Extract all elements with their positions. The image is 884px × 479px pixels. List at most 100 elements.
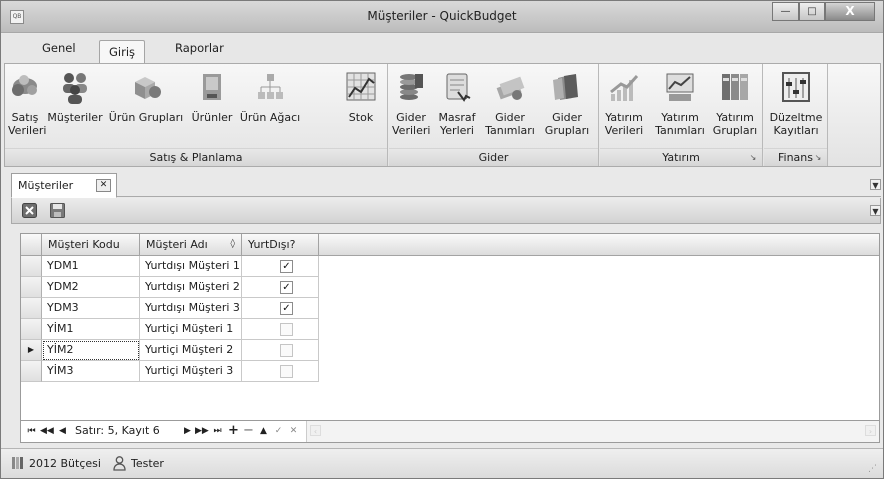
stock-button[interactable]: Stok [341,70,381,124]
abroad-cell[interactable]: ✓ [242,256,319,277]
row-indicator[interactable] [21,319,42,340]
add-record-icon[interactable]: + [227,424,240,438]
title-bar[interactable]: QB Müşteriler - QuickBudget — □ X [1,1,883,33]
investment-definitions-button[interactable]: Yatırım Tanımları [651,70,709,137]
save-icon[interactable] [50,203,65,218]
product-tree-button[interactable]: Ürün Ağacı [237,70,303,124]
products-button[interactable]: Ürünler [187,70,237,124]
tab-giris[interactable]: Giriş [99,40,146,65]
row-indicator[interactable]: ▶ [21,340,42,361]
scroll-right-icon[interactable]: › [865,425,876,436]
table-row[interactable]: YDM3 Yurtdışı Müşteri 3 ✓ [21,298,319,319]
table-row[interactable]: YİM3 Yurtiçi Müşteri 3 [21,361,319,382]
horizontal-scrollbar[interactable]: ‹ › [306,421,879,442]
row-indicator[interactable] [21,361,42,382]
abroad-cell[interactable]: ✓ [242,277,319,298]
expense-definitions-button[interactable]: Gider Tanımları [481,70,539,137]
cancel-changes-icon[interactable]: ✕ [287,424,300,438]
products-icon [203,74,221,100]
investment-groups-button[interactable]: Yatırım Grupları [710,70,760,137]
abroad-cell[interactable]: ✓ [242,298,319,319]
edit-record-icon[interactable]: ▲ [257,424,270,438]
abroad-checkbox[interactable]: ✓ [280,260,293,273]
customer-code-cell[interactable]: YİM1 [42,319,140,340]
document-tab-customers[interactable]: Müşteriler ✕ [11,173,117,198]
close-button[interactable]: X [825,2,875,21]
column-header-customer-name[interactable]: Müşteri Adı ◊ [140,234,242,256]
row-indicator[interactable] [21,256,42,277]
previous-page-icon[interactable]: ◀◀ [40,424,54,438]
tab-genel[interactable]: Genel [42,41,76,55]
sales-data-label-2: Verileri [8,124,47,137]
maximize-button[interactable]: □ [799,2,825,21]
next-page-icon[interactable]: ▶▶ [195,424,209,438]
investment-data-button[interactable]: Yatırım Verileri [603,70,645,137]
budget-name: 2012 Bütçesi [29,457,101,470]
customer-name-cell[interactable]: Yurtiçi Müşteri 2 [140,340,242,361]
dialog-launcher-icon[interactable]: ↘ [813,153,823,163]
customer-code-cell[interactable]: YDM1 [42,256,140,277]
dialog-launcher-icon[interactable]: ↘ [748,153,758,163]
adjustment-records-icon [782,72,810,102]
table-row[interactable]: YİM1 Yurtiçi Müşteri 1 [21,319,319,340]
row-indicator[interactable] [21,298,42,319]
document-tab-label: Müşteriler [18,179,74,192]
previous-record-icon[interactable]: ◀ [56,424,69,438]
customer-code-cell[interactable]: YDM3 [42,298,140,319]
abroad-checkbox[interactable] [280,365,293,378]
first-record-icon[interactable]: ⏮ [25,424,38,438]
product-groups-icon [135,77,161,99]
customers-button[interactable]: Müşteriler [47,70,103,124]
customer-name-cell[interactable]: Yurtdışı Müşteri 3 [140,298,242,319]
cancel-edit-icon[interactable] [22,203,37,218]
group-caption-finance: Finans ↘ [764,148,827,166]
expense-groups-button[interactable]: Gider Grupları [539,70,595,137]
customer-code-cell[interactable]: YİM2 [42,340,140,361]
abroad-checkbox[interactable]: ✓ [280,281,293,294]
sales-data-button[interactable]: Satış Verileri [8,70,46,137]
cost-centers-icon [446,73,471,102]
abroad-cell[interactable] [242,361,319,382]
product-tree-icon [258,74,283,99]
expense-data-button[interactable]: Gider Verileri [392,70,430,137]
tab-close-icon[interactable]: ✕ [96,179,111,192]
resize-grip-icon[interactable]: ⋰ [868,464,877,474]
minimize-button[interactable]: — [772,2,799,21]
customer-name-cell[interactable]: Yurtdışı Müşteri 1 [140,256,242,277]
last-record-icon[interactable]: ⏭ [211,424,224,438]
record-position-text: Satır: 5, Kayıt 6 [75,424,160,437]
abroad-cell[interactable] [242,340,319,361]
expense-data-label-1: Gider [396,111,426,124]
toolbar-dropdown-icon[interactable]: ▼ [870,205,881,216]
expense-groups-label-2: Grupları [544,124,590,137]
tab-list-dropdown-icon[interactable]: ▼ [870,179,881,190]
abroad-checkbox[interactable]: ✓ [280,302,293,315]
customer-name-cell[interactable]: Yurtdışı Müşteri 2 [140,277,242,298]
table-row[interactable]: YDM2 Yurtdışı Müşteri 2 ✓ [21,277,319,298]
table-row[interactable]: ▶ YİM2 Yurtiçi Müşteri 2 [21,340,319,361]
cost-centers-button[interactable]: Masraf Yerleri [435,70,479,137]
apply-changes-icon[interactable]: ✓ [272,424,285,438]
row-indicator-header [21,234,42,256]
table-row[interactable]: YDM1 Yurtdışı Müşteri 1 ✓ [21,256,319,277]
abroad-cell[interactable] [242,319,319,340]
customer-name-cell[interactable]: Yurtiçi Müşteri 3 [140,361,242,382]
ribbon: Satış Verileri Müşteriler Ürün Grupları [4,63,881,167]
scroll-left-icon[interactable]: ‹ [310,425,321,436]
row-indicator[interactable] [21,277,42,298]
customer-name-cell[interactable]: Yurtiçi Müşteri 1 [140,319,242,340]
group-caption-investment-text: Yatırım [662,151,700,164]
expense-groups-label-1: Gider [552,111,582,124]
column-header-abroad[interactable]: YurtDışı? [242,234,319,256]
next-record-icon[interactable]: ▶ [181,424,194,438]
customer-code-cell[interactable]: YDM2 [42,277,140,298]
adjustment-records-button[interactable]: Düzeltme Kayıtları [766,70,826,137]
abroad-checkbox[interactable] [280,323,293,336]
abroad-checkbox[interactable] [280,344,293,357]
customer-code-cell[interactable]: YİM3 [42,361,140,382]
column-header-customer-code[interactable]: Müşteri Kodu [42,234,140,256]
delete-record-icon[interactable]: − [242,424,255,438]
sort-icon: ◊ [230,239,235,249]
product-groups-button[interactable]: Ürün Grupları [105,70,187,124]
tab-raporlar[interactable]: Raporlar [175,41,224,55]
